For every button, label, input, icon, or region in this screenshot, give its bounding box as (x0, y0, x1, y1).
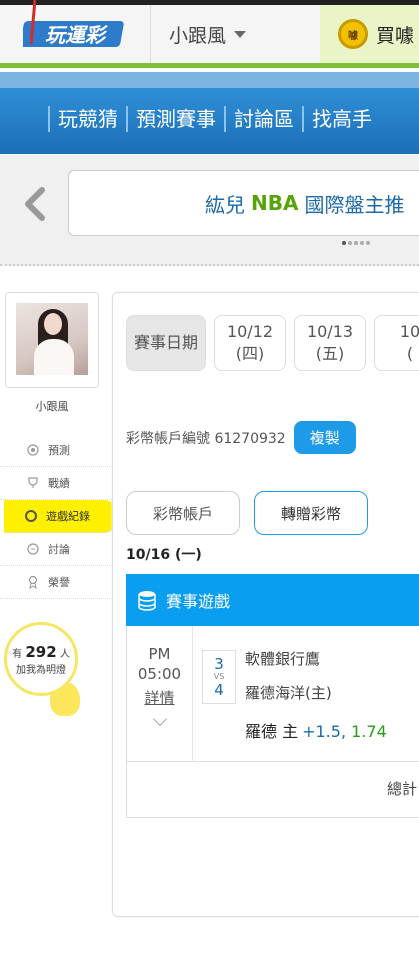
carousel-dot[interactable] (366, 241, 370, 245)
nav-item-guess[interactable]: 玩競猜 (48, 106, 126, 132)
carousel-dot[interactable] (348, 241, 352, 245)
top-bar: 玩運彩 小跟風 噱 買噱 (0, 0, 419, 68)
sidebar-item-record[interactable]: 戰績 (0, 467, 112, 500)
marquee-highlight: NBA (251, 191, 299, 215)
transfer-coin-button[interactable]: 轉贈彩幣 (254, 491, 368, 535)
chevron-down-icon[interactable] (152, 711, 167, 727)
total-row: 總計 (126, 762, 419, 818)
nav-item-experts[interactable]: 找高手 (302, 106, 380, 132)
nav-item-forum[interactable]: 討論區 (224, 106, 302, 132)
account-number: 彩幣帳戶編號 61270932 (126, 430, 286, 447)
buy-button[interactable]: 噱 買噱 (320, 5, 419, 63)
main-nav: 玩競猜 預測賽事 討論區 找高手 (0, 72, 419, 154)
target-icon (27, 444, 39, 456)
chevron-left-icon[interactable] (20, 184, 50, 224)
announcement-area: 紘兒 NBA 國際盤主推 (0, 154, 419, 266)
fan-caption: 加我為明燈 (16, 664, 66, 676)
fan-count-badge: 有 292 人 加我為明燈 (4, 622, 78, 696)
marquee-text: 國際盤主推 (304, 192, 405, 217)
sidebar-item-predict[interactable]: 預測 (0, 434, 112, 467)
game-time: PM 05:00 詳情 (127, 626, 193, 762)
logo-text: 玩運彩 (45, 23, 109, 47)
date-tab[interactable]: 10/13 (五) (294, 315, 366, 371)
page: 玩運彩 小跟風 噱 買噱 玩競猜 預測賽事 討論區 找高手 紘兒 NBA 國際盤… (0, 0, 419, 957)
account-number-row: 彩幣帳戶編號 61270932 複製 (126, 421, 356, 454)
user-menu-label: 小跟風 (169, 24, 227, 47)
caret-down-icon (234, 30, 247, 38)
team-away: 軟體銀行鷹 (245, 650, 321, 668)
carousel-dots (342, 241, 370, 245)
coin-account-button[interactable]: 彩幣帳戶 (126, 491, 240, 535)
profile-sidebar: 小跟風 預測 戰績 遊戲紀錄 討論 榮譽 有 292 人 加我為明燈 (0, 292, 116, 716)
date-tab-label: 賽事日期 (126, 315, 206, 371)
pick-team: 羅德 主 (245, 722, 299, 741)
pick-line: 羅德 主 +1.5, 1.74 (245, 718, 387, 742)
team-home: 羅德海洋(主) (245, 684, 332, 702)
total-label: 總計 (387, 780, 418, 798)
section-title: 賽事遊戲 (166, 592, 231, 611)
sidebar-item-game-log[interactable]: 遊戲紀錄 (4, 500, 116, 533)
profile-user-name: 小跟風 (35, 400, 69, 413)
nav-item-predict[interactable]: 預測賽事 (126, 106, 224, 132)
carousel-dot[interactable] (342, 241, 346, 245)
ring-icon (25, 510, 37, 522)
sidebar-item-discuss[interactable]: 討論 (0, 533, 112, 566)
game-row: PM 05:00 詳情 3 VS 4 軟體銀行鷹 羅德海洋(主) 羅德 主 +1.… (126, 626, 419, 762)
pick-handicap: +1.5, (302, 722, 347, 741)
medal-icon (28, 575, 38, 589)
date-tabs: 賽事日期 10/12 (四) 10/13 (五) 10 ( (126, 315, 419, 371)
coin-icon: 噱 (338, 19, 368, 49)
site-logo[interactable]: 玩運彩 (0, 5, 150, 63)
user-menu[interactable]: 小跟風 (150, 5, 320, 63)
avatar[interactable] (5, 292, 99, 388)
section-header: 賽事遊戲 (126, 574, 419, 626)
red-mark-icon (30, 0, 36, 45)
database-icon (138, 591, 156, 611)
fan-bulb[interactable]: 有 292 人 加我為明燈 (4, 622, 84, 732)
date-tab[interactable]: 10/12 (四) (214, 315, 286, 371)
score-box: 3 VS 4 (202, 650, 236, 704)
pick-odds: 1.74 (351, 722, 387, 741)
date-tab[interactable]: 10 ( (374, 315, 419, 371)
account-buttons: 彩幣帳戶 轉贈彩幣 (126, 491, 368, 535)
score-home: 4 (214, 681, 224, 699)
sidebar-item-honor[interactable]: 榮譽 (0, 566, 112, 599)
fan-count: 292 (25, 642, 57, 661)
detail-link[interactable]: 詳情 (144, 688, 174, 708)
chat-icon (27, 543, 39, 555)
marquee-name: 紘兒 (205, 192, 245, 217)
announcement-marquee[interactable]: 紘兒 NBA 國際盤主推 (68, 170, 419, 236)
logo-icon: 玩運彩 (23, 21, 124, 47)
current-date: 10/16 (一) (126, 547, 202, 563)
carousel-dot[interactable] (354, 241, 358, 245)
score-away: 3 (214, 655, 224, 673)
trophy-icon (28, 477, 38, 488)
profile-menu: 預測 戰績 遊戲紀錄 討論 榮譽 (0, 434, 116, 599)
buy-label: 買噱 (376, 24, 415, 47)
carousel-dot[interactable] (360, 241, 364, 245)
avatar-image (16, 303, 88, 375)
game-log-panel: 賽事日期 10/12 (四) 10/13 (五) 10 ( 彩幣帳戶編號 612… (112, 292, 419, 917)
copy-button[interactable]: 複製 (293, 421, 356, 454)
